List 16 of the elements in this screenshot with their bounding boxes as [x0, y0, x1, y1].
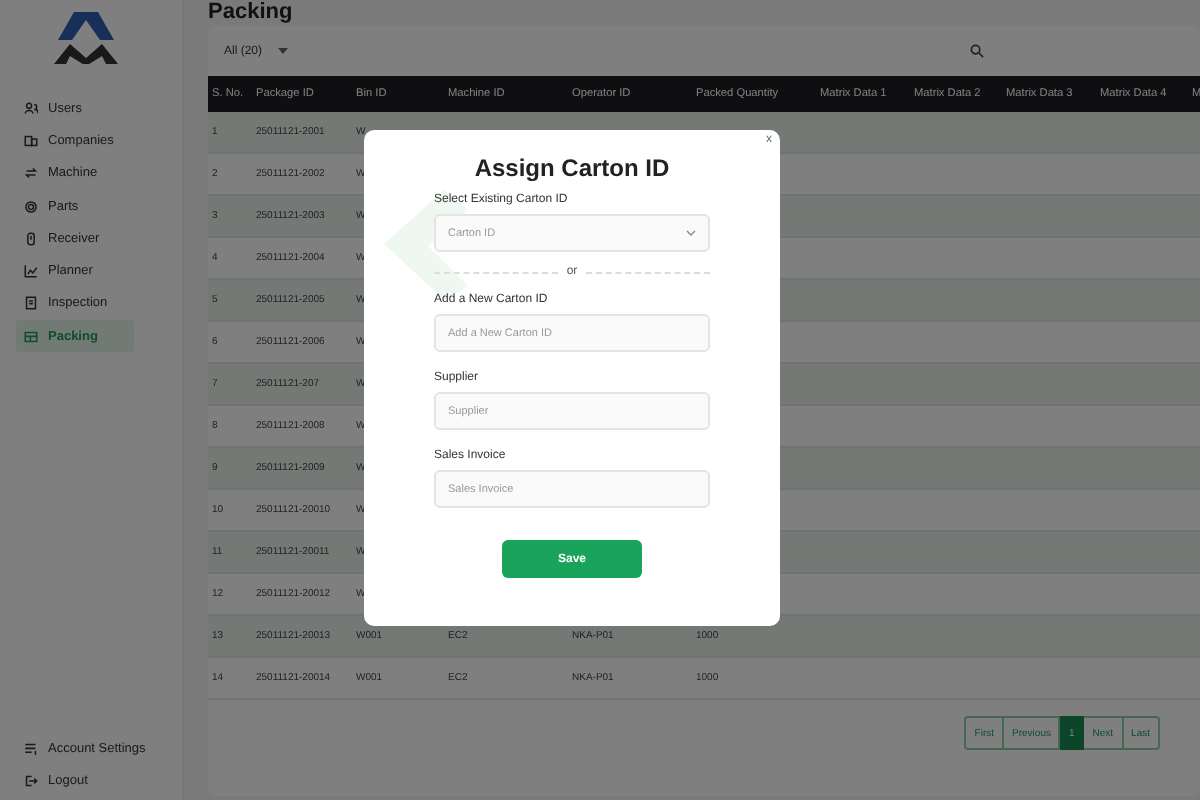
settings-icon — [24, 741, 38, 755]
page-title: Packing — [208, 0, 295, 24]
menu-item-icon — [24, 264, 38, 279]
chevron-icon — [686, 230, 696, 236]
dialog-title: Assign Carton ID — [472, 154, 672, 182]
menu-item-icon — [24, 199, 38, 214]
logo-icon — [49, 12, 121, 64]
caret-icon — [278, 48, 289, 54]
search-icon[interactable] — [970, 44, 984, 58]
logout-icon — [24, 773, 38, 787]
menu-item-icon — [24, 231, 38, 246]
menu-item-icon — [24, 101, 38, 116]
menu-item-icon — [24, 133, 38, 148]
menu-item-icon — [24, 296, 38, 311]
menu-item-icon — [24, 329, 38, 344]
menu-item-icon — [24, 166, 38, 181]
